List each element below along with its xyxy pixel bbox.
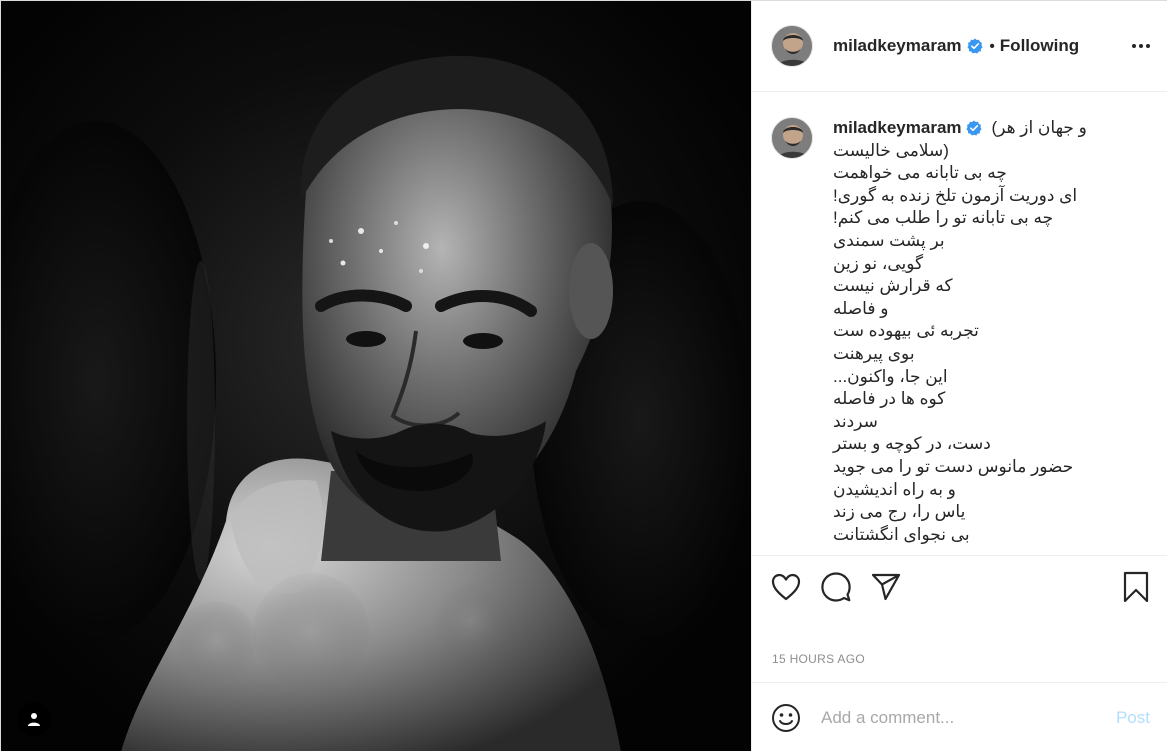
like-button[interactable] <box>770 571 802 603</box>
avatar-image <box>772 26 812 66</box>
separator-dot: • <box>989 37 995 55</box>
tagged-people-button[interactable] <box>17 702 51 736</box>
caption-text: miladkeymaram و جهان از هر) (سلامی خالیس… <box>833 117 1152 546</box>
caption-line: چه بی تابانه تو را طلب می کنم! <box>833 208 1054 228</box>
header-username[interactable]: miladkeymaram <box>833 36 962 56</box>
caption-line: و به راه اندیشیدن <box>833 479 956 499</box>
post-timestamp[interactable]: 15 HOURS AGO <box>772 652 865 666</box>
caption-line: چه بی تابانه می خواهمت <box>833 163 1007 183</box>
post-comment-button[interactable]: Post <box>1116 708 1150 728</box>
heart-icon <box>771 573 801 600</box>
caption-line: بر پشت سمندی <box>833 230 945 250</box>
caption-line: بوی پیرهنت <box>833 343 915 363</box>
verified-badge-icon <box>965 120 982 136</box>
caption-line: حضور مانوس دست تو را می جوید <box>833 456 1074 476</box>
caption-line: سردند <box>833 411 878 431</box>
comment-icon <box>821 571 851 602</box>
avatar-image <box>772 118 812 158</box>
caption-username[interactable]: miladkeymaram <box>833 117 962 140</box>
caption-line: (سلامی خالیست <box>833 140 949 160</box>
caption-line: تجربه ئی بیهوده ست <box>833 321 979 341</box>
caption-first-line: miladkeymaram و جهان از هر) <box>833 117 1152 140</box>
add-comment-bar: Post <box>752 682 1167 751</box>
caption-line: دست، در کوچه و بستر <box>833 434 991 454</box>
post-photo[interactable] <box>1 1 751 751</box>
more-options-button[interactable] <box>1130 35 1152 57</box>
share-button[interactable] <box>870 571 902 603</box>
bookmark-icon <box>1123 571 1149 602</box>
caption: miladkeymaram و جهان از هر) (سلامی خالیس… <box>771 117 1152 546</box>
caption-line: و جهان از هر) <box>991 118 1087 137</box>
more-options-icon <box>1132 44 1150 48</box>
caption-line: بی نجوای انگشتانت <box>833 524 970 544</box>
caption-line: که قرارش نیست <box>833 276 953 296</box>
save-button[interactable] <box>1120 571 1152 603</box>
caption-avatar[interactable] <box>771 117 813 159</box>
action-bar <box>752 555 1167 617</box>
comments-area[interactable]: miladkeymaram و جهان از هر) (سلامی خالیس… <box>752 93 1167 555</box>
caption-line: گویی، نو زین <box>833 253 924 273</box>
comment-input[interactable] <box>821 707 1116 728</box>
emoji-icon[interactable] <box>771 703 801 733</box>
caption-line: یاس را، رج می زند <box>833 502 966 522</box>
caption-line: و فاصله <box>833 298 889 318</box>
post-side-panel: miladkeymaram • Following miladkeymaram … <box>751 1 1167 751</box>
caption-line: این جا، واکنون... <box>833 366 948 386</box>
following-button[interactable]: Following <box>1000 36 1079 56</box>
verified-badge-icon <box>966 38 983 54</box>
comment-button[interactable] <box>820 571 852 603</box>
portrait-image <box>1 1 751 751</box>
paper-plane-icon <box>871 573 901 600</box>
post-header: miladkeymaram • Following <box>752 1 1167 92</box>
user-tag-icon <box>28 713 40 726</box>
instagram-post-modal: miladkeymaram • Following miladkeymaram … <box>0 0 1167 751</box>
caption-line: کوه ها در فاصله <box>833 389 946 409</box>
caption-line: ای دوریت آزمون تلخ زنده به گوری! <box>833 185 1078 205</box>
avatar[interactable] <box>771 25 813 67</box>
